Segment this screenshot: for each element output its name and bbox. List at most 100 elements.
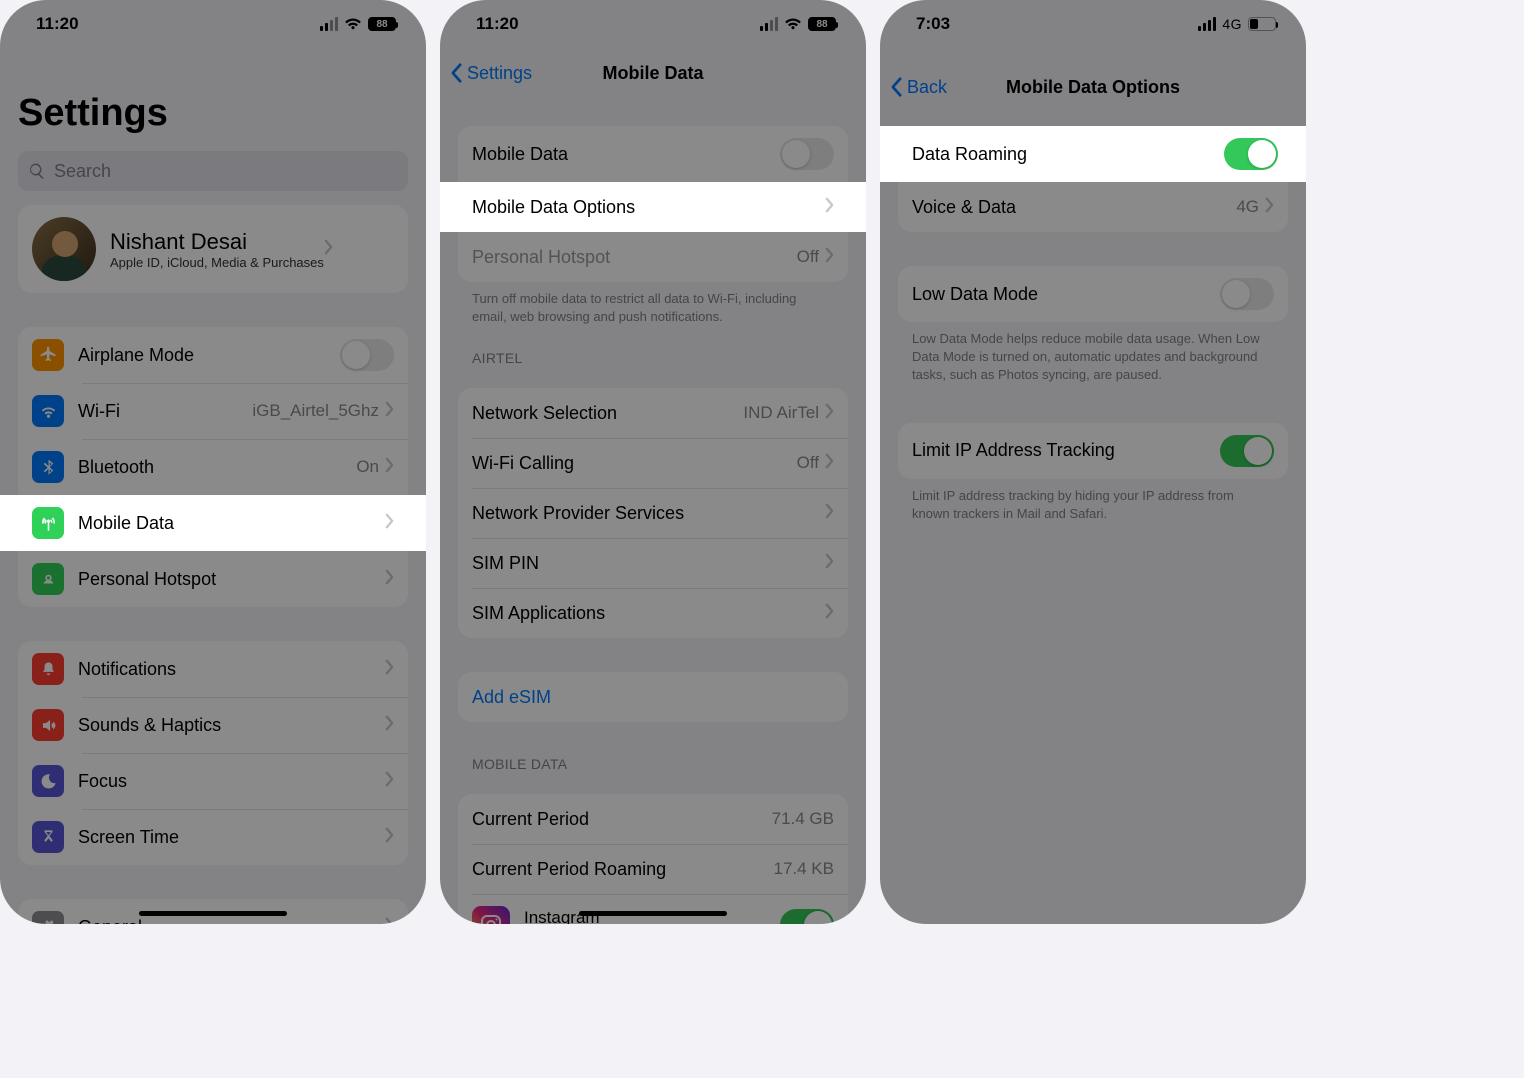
- chevron-right-icon: [825, 197, 834, 218]
- gear-icon: [32, 911, 64, 924]
- notifications-cell[interactable]: Notifications: [18, 641, 408, 697]
- limit-ip-toggle[interactable]: [1220, 435, 1274, 467]
- instagram-icon: [472, 906, 510, 924]
- wifi-cell[interactable]: Wi-Fi iGB_Airtel_5Ghz: [18, 383, 408, 439]
- low-data-toggle[interactable]: [1220, 278, 1274, 310]
- mobile-data-highlight: Mobile Data: [0, 495, 426, 551]
- low-data-cell[interactable]: Low Data Mode: [898, 266, 1288, 322]
- cell-value: 4G: [1236, 197, 1259, 217]
- chevron-right-icon: [385, 513, 394, 534]
- cellular-icon: [760, 17, 778, 31]
- cell-label: Notifications: [78, 659, 385, 680]
- instagram-cell[interactable]: Instagram 26.4 GB: [458, 894, 848, 924]
- focus-cell[interactable]: Focus: [18, 753, 408, 809]
- cell-label: Current Period: [472, 809, 772, 830]
- airplane-icon: [32, 339, 64, 371]
- current-period-cell[interactable]: Current Period 71.4 GB: [458, 794, 848, 844]
- chevron-right-icon: [825, 453, 834, 474]
- limit-ip-cell[interactable]: Limit IP Address Tracking: [898, 423, 1288, 479]
- profile-group: Nishant Desai Apple ID, iCloud, Media & …: [18, 205, 408, 293]
- sounds-cell[interactable]: Sounds & Haptics: [18, 697, 408, 753]
- back-button[interactable]: Back: [890, 76, 947, 98]
- current-roaming-cell[interactable]: Current Period Roaming 17.4 KB: [458, 844, 848, 894]
- hotspot-cell[interactable]: Personal Hotspot: [18, 551, 408, 607]
- home-indicator[interactable]: [579, 911, 727, 916]
- cell-label: Mobile Data: [472, 144, 780, 165]
- mobile-data-options-highlight: Mobile Data Options: [440, 182, 866, 232]
- cell-label: Mobile Data Options: [472, 197, 825, 218]
- settings-scroll[interactable]: Settings Search Nishant Desai Apple ID, …: [0, 48, 426, 924]
- chevron-right-icon: [385, 659, 394, 680]
- mdo-scroll[interactable]: Data Roaming Voice & Data 4G Low Data Mo…: [880, 112, 1306, 924]
- cell-label: Wi-Fi Calling: [472, 453, 797, 474]
- network-selection-cell[interactable]: Network Selection IND AirTel: [458, 388, 848, 438]
- mobile-data-cell[interactable]: Mobile Data: [0, 495, 426, 551]
- screentime-cell[interactable]: Screen Time: [18, 809, 408, 865]
- mobile-data-scroll[interactable]: Mobile Data Mobile Data Options Personal…: [440, 98, 866, 924]
- provider-services-cell[interactable]: Network Provider Services: [458, 488, 848, 538]
- clock: 7:03: [916, 14, 950, 34]
- cell-label: Current Period Roaming: [472, 859, 774, 880]
- airplane-toggle[interactable]: [340, 339, 394, 371]
- moon-icon: [32, 765, 64, 797]
- hourglass-icon: [32, 821, 64, 853]
- antenna-icon: [32, 507, 64, 539]
- bluetooth-icon: [32, 451, 64, 483]
- mobile-data-toggle[interactable]: [780, 138, 834, 170]
- instagram-toggle[interactable]: [780, 909, 834, 924]
- carrier-header: AIRTEL: [440, 350, 866, 374]
- md-note: Turn off mobile data to restrict all dat…: [440, 282, 866, 350]
- search-placeholder: Search: [54, 161, 111, 182]
- chevron-left-icon: [890, 76, 903, 98]
- chevron-right-icon: [385, 457, 394, 478]
- wifi-calling-cell[interactable]: Wi-Fi Calling Off: [458, 438, 848, 488]
- apple-id-cell[interactable]: Nishant Desai Apple ID, iCloud, Media & …: [18, 205, 408, 293]
- connectivity-group-top: Airplane Mode Wi-Fi iGB_Airtel_5Ghz Blue…: [18, 327, 408, 495]
- status-right: 4G: [1198, 16, 1276, 32]
- chevron-left-icon: [450, 62, 463, 84]
- nav-bar: Back Mobile Data Options: [880, 62, 1306, 112]
- add-esim-cell[interactable]: Add eSIM: [458, 672, 848, 722]
- voice-data-cell[interactable]: Voice & Data 4G: [898, 182, 1288, 232]
- cell-value: Off: [797, 453, 819, 473]
- wifi-icon: [344, 17, 362, 31]
- battery-icon: 88: [808, 17, 836, 31]
- search-input[interactable]: Search: [18, 151, 408, 191]
- lowdata-note: Low Data Mode helps reduce mobile data u…: [880, 322, 1306, 409]
- data-roaming-cell[interactable]: Data Roaming: [880, 126, 1306, 182]
- chevron-right-icon: [385, 401, 394, 422]
- profile-text: Nishant Desai Apple ID, iCloud, Media & …: [110, 229, 324, 270]
- lowdata-group: Low Data Mode: [898, 266, 1288, 322]
- bluetooth-cell[interactable]: Bluetooth On: [18, 439, 408, 495]
- nav-bar: Settings Mobile Data: [440, 48, 866, 98]
- back-button[interactable]: Settings: [450, 62, 532, 84]
- chevron-right-icon: [385, 827, 394, 848]
- status-bar: 11:20 88: [0, 0, 426, 48]
- home-indicator[interactable]: [139, 911, 287, 916]
- cell-label: Voice & Data: [912, 197, 1236, 218]
- chevron-right-icon: [825, 503, 834, 524]
- chevron-right-icon: [825, 553, 834, 574]
- back-label: Back: [907, 77, 947, 98]
- cell-value: On: [356, 457, 379, 477]
- sim-apps-cell[interactable]: SIM Applications: [458, 588, 848, 638]
- wifi-icon: [32, 395, 64, 427]
- voice-group: Voice & Data 4G: [898, 182, 1288, 232]
- mobile-data-toggle-cell[interactable]: Mobile Data: [458, 126, 848, 182]
- bell-icon: [32, 653, 64, 685]
- cell-value: 71.4 GB: [772, 809, 834, 829]
- chevron-right-icon: [385, 917, 394, 925]
- screen-mobile-data-options: 7:03 4G Back Mobile Data Options Data Ro…: [880, 0, 1306, 924]
- mobile-data-options-cell[interactable]: Mobile Data Options: [440, 182, 866, 232]
- sim-pin-cell[interactable]: SIM PIN: [458, 538, 848, 588]
- hotspot-cell[interactable]: Personal Hotspot Off: [458, 232, 848, 282]
- data-roaming-toggle[interactable]: [1224, 138, 1278, 170]
- airplane-cell[interactable]: Airplane Mode: [18, 327, 408, 383]
- back-label: Settings: [467, 63, 532, 84]
- cell-label: Mobile Data: [78, 513, 385, 534]
- clock: 11:20: [36, 14, 79, 34]
- chevron-right-icon: [825, 403, 834, 424]
- limit-note: Limit IP address tracking by hiding your…: [880, 479, 1306, 547]
- cellular-icon: [1198, 17, 1216, 31]
- md-group1-top: Mobile Data: [458, 126, 848, 182]
